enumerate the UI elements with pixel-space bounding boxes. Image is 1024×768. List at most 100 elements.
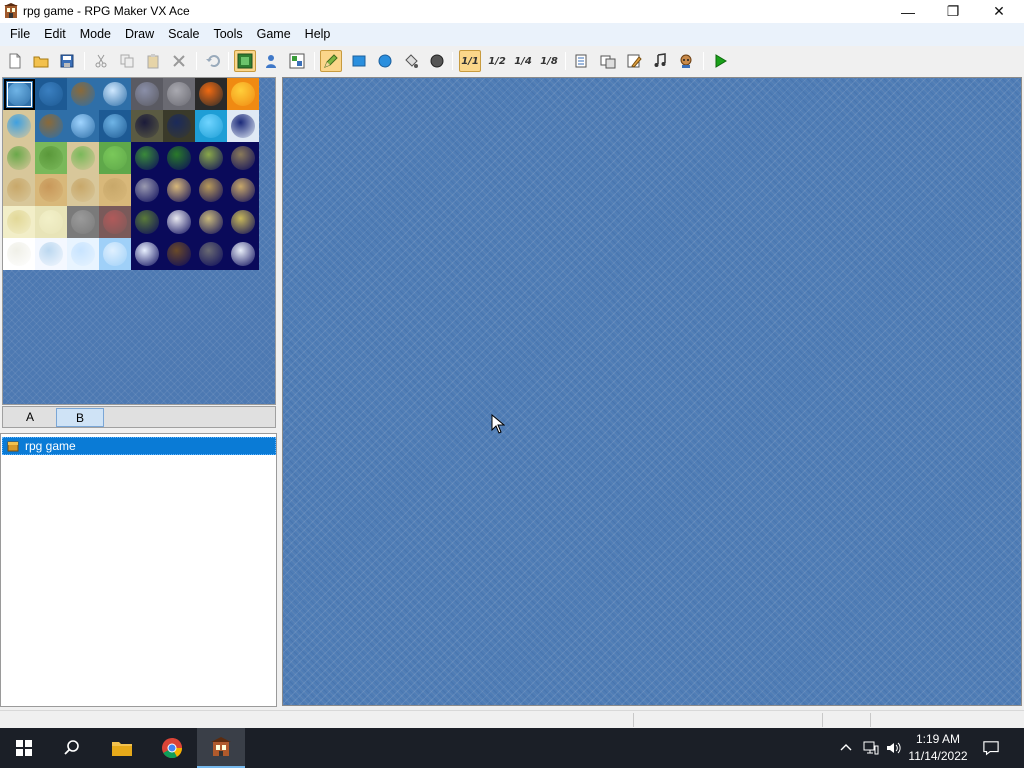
dead-tree-tile[interactable] — [163, 78, 195, 110]
ellipse-tool-button[interactable] — [374, 50, 396, 72]
taskbar-clock[interactable]: 1:19 AM 11/14/2022 — [902, 731, 974, 765]
sand-tile[interactable] — [3, 174, 35, 206]
sand-hill-tile[interactable] — [163, 174, 195, 206]
cut-button[interactable] — [90, 50, 112, 72]
yellow-mountain-tile[interactable] — [227, 206, 259, 238]
forest-tile[interactable] — [131, 142, 163, 174]
menu-scale[interactable]: Scale — [161, 23, 206, 46]
lake-tile[interactable] — [3, 110, 35, 142]
waterfall-tile[interactable] — [195, 110, 227, 142]
map-layer-button[interactable] — [234, 50, 256, 72]
shadow-pen-tool-button[interactable] — [426, 50, 448, 72]
meadow-tile[interactable] — [99, 142, 131, 174]
menu-draw[interactable]: Draw — [118, 23, 161, 46]
crater-tile[interactable] — [163, 238, 195, 270]
flood-fill-tool-button[interactable] — [400, 50, 422, 72]
menu-game[interactable]: Game — [250, 23, 298, 46]
save-project-button[interactable] — [56, 50, 78, 72]
volcanic-rock-tile[interactable] — [195, 238, 227, 270]
resource-manager-button[interactable] — [597, 50, 619, 72]
dark-lake-tile[interactable] — [163, 110, 195, 142]
rocky-shore-tile[interactable] — [35, 110, 67, 142]
spire-rocks-tile[interactable] — [195, 206, 227, 238]
script-editor-button[interactable] — [623, 50, 645, 72]
map-canvas[interactable] — [282, 77, 1022, 706]
open-project-button[interactable] — [30, 50, 52, 72]
scale-1-2-button[interactable]: 1/2 — [486, 50, 508, 72]
frozen-lake-tile[interactable] — [99, 238, 131, 270]
menu-file[interactable]: File — [3, 23, 37, 46]
start-button[interactable] — [0, 728, 48, 768]
playtest-button[interactable] — [709, 50, 731, 72]
map-tree-project-item[interactable]: rpg game — [2, 437, 276, 455]
notifications-icon[interactable] — [983, 740, 999, 756]
tile-grid[interactable] — [3, 78, 259, 270]
sand-dune-tile[interactable] — [35, 174, 67, 206]
small-tree-tile[interactable] — [131, 206, 163, 238]
rocks-in-water-tile[interactable] — [67, 78, 99, 110]
scale-1-4-button[interactable]: 1/4 — [512, 50, 534, 72]
grass-plain-tile[interactable] — [67, 142, 99, 174]
rock-hill-tile[interactable] — [195, 174, 227, 206]
character-generator-button[interactable] — [675, 50, 697, 72]
gravel-tile[interactable] — [67, 206, 99, 238]
tileset-palette[interactable] — [2, 77, 276, 405]
rectangle-tool-button[interactable] — [348, 50, 370, 72]
lava-field-tile[interactable] — [227, 78, 259, 110]
snow-tile[interactable] — [3, 238, 35, 270]
pale-sand-tile[interactable] — [35, 206, 67, 238]
grass-patch-tile[interactable] — [35, 142, 67, 174]
scale-1-8-button[interactable]: 1/8 — [538, 50, 560, 72]
sound-test-button[interactable] — [649, 50, 671, 72]
whirlpool-tile[interactable] — [67, 110, 99, 142]
restore-button[interactable]: ❐ — [930, 0, 976, 23]
snow-pine-tile[interactable] — [131, 238, 163, 270]
pencil-tool-button[interactable] — [320, 50, 342, 72]
close-button[interactable]: ✕ — [976, 0, 1022, 23]
chrome-taskbar-button[interactable] — [148, 728, 196, 768]
snow-mountain-tile[interactable] — [227, 238, 259, 270]
rock-mountain-tile[interactable] — [227, 174, 259, 206]
dead-tree-night-tile[interactable] — [131, 174, 163, 206]
undo-button[interactable] — [202, 50, 224, 72]
delete-button[interactable] — [168, 50, 190, 72]
file-explorer-taskbar-button[interactable] — [98, 728, 146, 768]
tab-a[interactable]: A — [5, 408, 55, 427]
region-layer-button[interactable] — [286, 50, 308, 72]
dark-pit-tile[interactable] — [131, 110, 163, 142]
search-button[interactable] — [48, 728, 96, 768]
ice-field-tile[interactable] — [67, 238, 99, 270]
show-hidden-icons-chevron-icon[interactable] — [838, 740, 854, 756]
ice-hole-tile[interactable] — [227, 110, 259, 142]
rock-pool-tile[interactable] — [131, 78, 163, 110]
wasteland-tile[interactable] — [99, 174, 131, 206]
mountain-tile[interactable] — [227, 142, 259, 174]
minimize-button[interactable]: — — [885, 0, 931, 23]
hill-tile[interactable] — [195, 142, 227, 174]
ice-crystals-tile[interactable] — [99, 78, 131, 110]
red-rocks-tile[interactable] — [99, 206, 131, 238]
desert-tile[interactable] — [67, 174, 99, 206]
volume-icon[interactable] — [886, 740, 902, 756]
database-button[interactable] — [571, 50, 593, 72]
pale-grass-tile[interactable] — [3, 206, 35, 238]
new-project-button[interactable] — [4, 50, 26, 72]
network-icon[interactable] — [863, 740, 879, 756]
menu-help[interactable]: Help — [298, 23, 338, 46]
copy-button[interactable] — [116, 50, 138, 72]
menu-tools[interactable]: Tools — [206, 23, 249, 46]
boulder-tile[interactable] — [163, 206, 195, 238]
pine-tile[interactable] — [163, 142, 195, 174]
tab-b[interactable]: B — [56, 408, 104, 427]
rpg-maker-taskbar-button[interactable] — [197, 728, 245, 768]
menu-edit[interactable]: Edit — [37, 23, 73, 46]
snow-drift-tile[interactable] — [35, 238, 67, 270]
paste-button[interactable] — [142, 50, 164, 72]
deep-water-tile[interactable] — [35, 78, 67, 110]
lava-tile[interactable] — [195, 78, 227, 110]
scale-1-1-button[interactable]: 1/1 — [459, 50, 481, 72]
grass-tile[interactable] — [3, 142, 35, 174]
menu-mode[interactable]: Mode — [73, 23, 118, 46]
event-layer-button[interactable] — [260, 50, 282, 72]
swirl-water-tile[interactable] — [99, 110, 131, 142]
